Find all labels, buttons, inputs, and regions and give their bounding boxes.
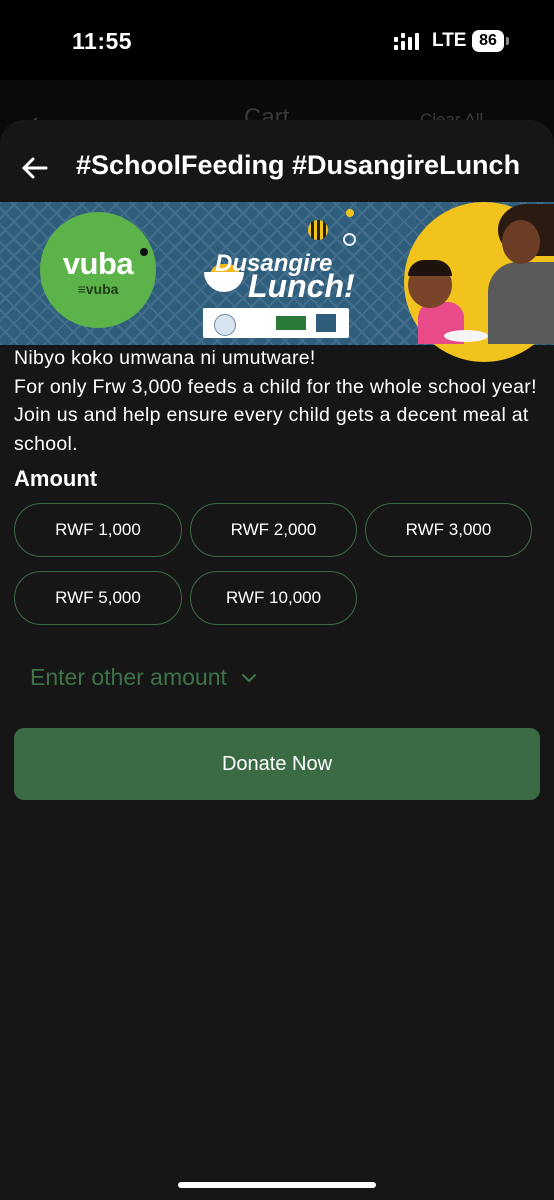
battery-icon: 86 bbox=[472, 30, 504, 52]
bee-decoration bbox=[308, 220, 328, 240]
woman-face bbox=[502, 220, 540, 264]
amount-option-1000[interactable]: RWF 1,000 bbox=[14, 503, 182, 557]
ring-decoration bbox=[343, 233, 356, 246]
sponsor-logo-3 bbox=[316, 314, 336, 332]
network-type: LTE bbox=[432, 30, 467, 51]
home-indicator[interactable] bbox=[178, 1182, 376, 1188]
plate-icon bbox=[444, 330, 488, 342]
description-line1: Nibyo koko umwana ni umutware! bbox=[14, 347, 316, 369]
signal-icon bbox=[394, 33, 419, 50]
status-time: 11:55 bbox=[72, 28, 133, 54]
child-hair bbox=[408, 260, 452, 276]
status-bar: 11:55 LTE 86 bbox=[0, 0, 554, 80]
battery-tip bbox=[506, 37, 509, 45]
page-title: #SchoolFeeding #DusangireLunch bbox=[76, 150, 521, 180]
woman-figure bbox=[488, 262, 554, 344]
back-arrow-icon[interactable] bbox=[18, 151, 52, 185]
sponsor-seal-logo bbox=[214, 314, 236, 336]
amount-option-3000[interactable]: RWF 3,000 bbox=[365, 503, 532, 557]
campaign-title-line2: Lunch! bbox=[248, 268, 355, 304]
other-amount-label: Enter other amount bbox=[30, 664, 227, 690]
campaign-description: Nibyo koko umwana ni umutware! For only … bbox=[14, 344, 542, 458]
chevron-down-icon bbox=[241, 673, 257, 682]
vuba-logo-text: vuba bbox=[62, 246, 134, 281]
other-amount-toggle[interactable]: Enter other amount bbox=[30, 664, 257, 691]
amount-option-10000[interactable]: RWF 10,000 bbox=[190, 571, 357, 625]
description-line2: For only Frw 3,000 feeds a child for the… bbox=[14, 375, 537, 455]
yellow-dot-decoration bbox=[346, 209, 354, 217]
amount-label: Amount bbox=[14, 466, 98, 491]
vuba-logo-subtext: ≡vuba bbox=[77, 281, 119, 297]
vuba-logo-dot bbox=[140, 248, 148, 256]
amount-option-5000[interactable]: RWF 5,000 bbox=[14, 571, 182, 625]
amount-option-2000[interactable]: RWF 2,000 bbox=[190, 503, 357, 557]
donate-now-button[interactable]: Donate Now bbox=[14, 728, 540, 800]
sponsor-logo-2 bbox=[276, 316, 306, 330]
